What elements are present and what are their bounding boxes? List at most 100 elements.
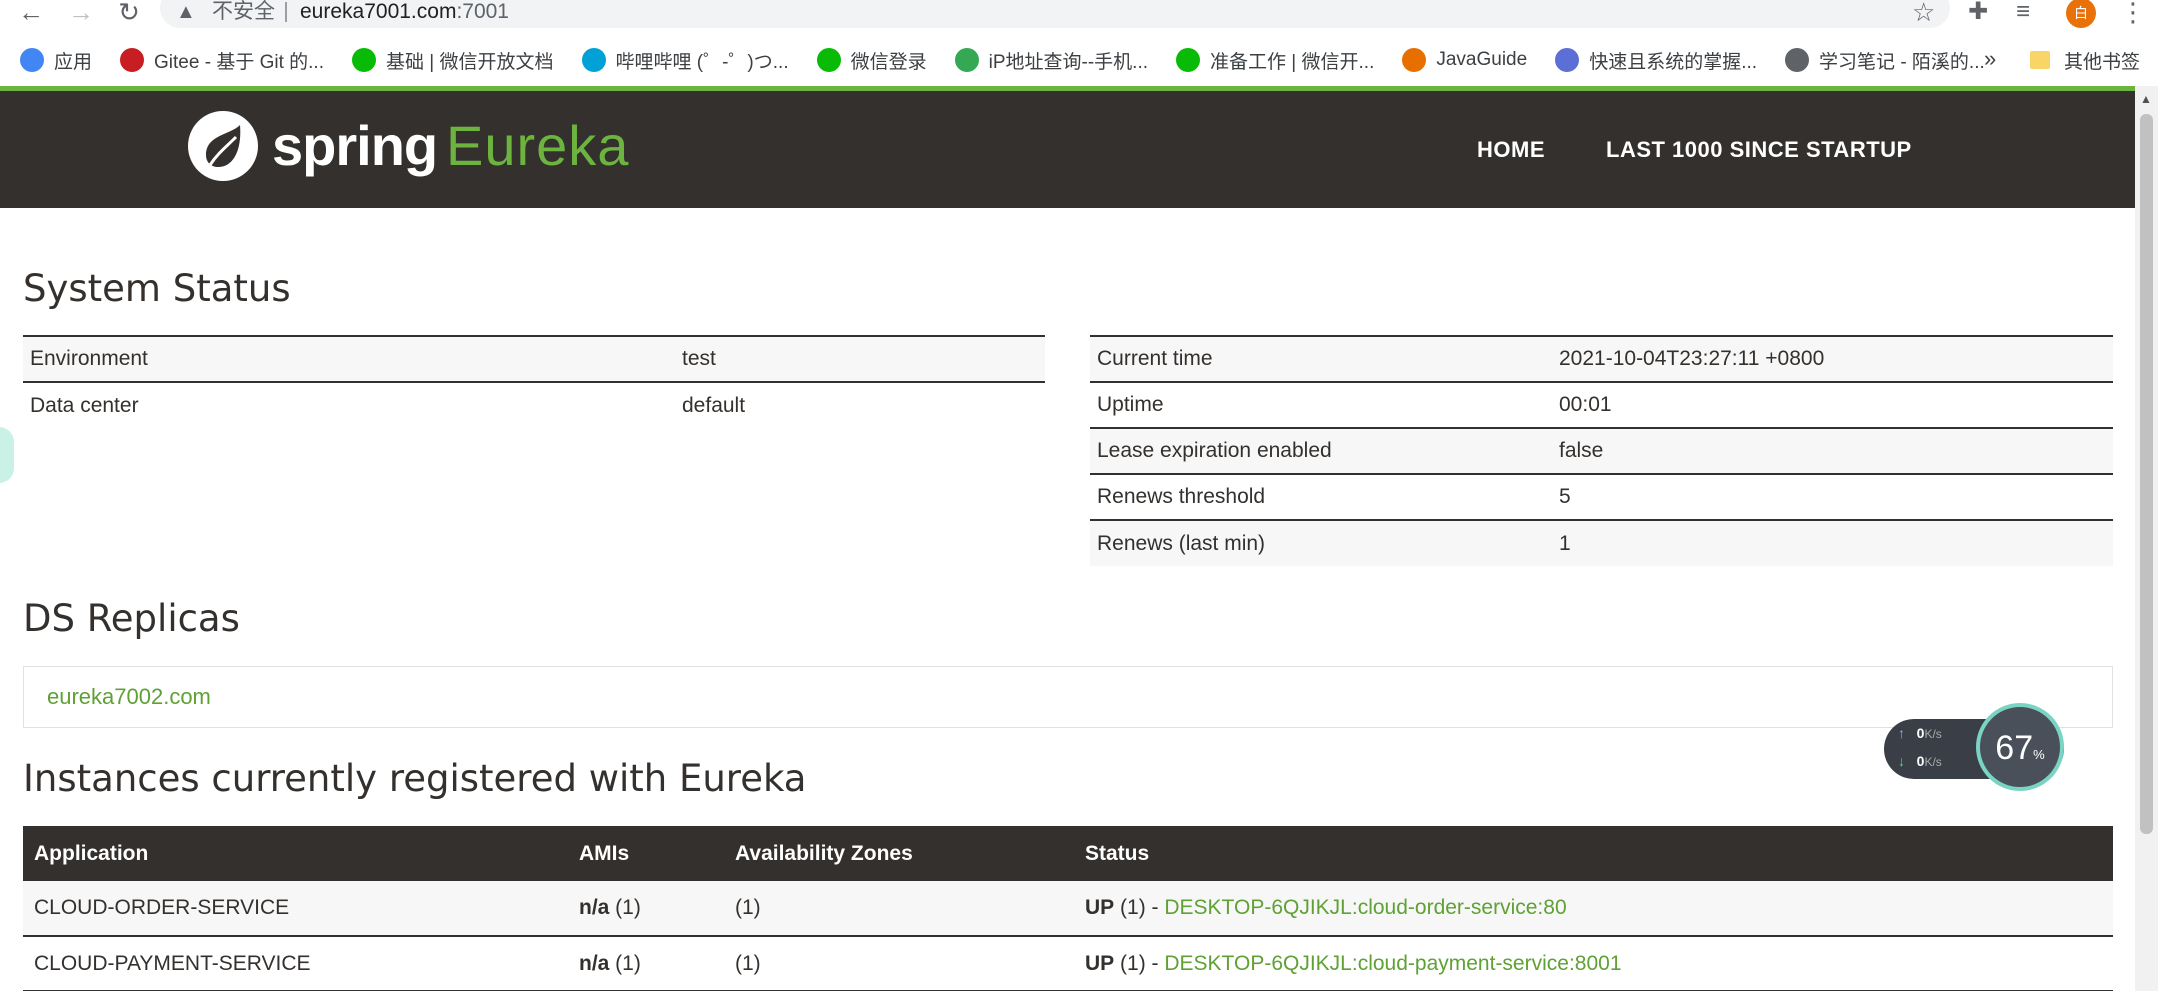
url-port: :7001 bbox=[456, 0, 509, 23]
instances-table: Application AMIs Availability Zones Status … bbox=[23, 826, 2113, 991]
status-value: 00:01 bbox=[1552, 381, 2113, 428]
status-row: Environment test bbox=[23, 335, 1045, 382]
other-bookmarks-folder[interactable]: 其他书签 bbox=[2030, 40, 2140, 80]
status-table-left: Environment test Data center default bbox=[23, 335, 1045, 428]
warning-triangle-icon[interactable]: ▲ bbox=[176, 0, 196, 24]
amis-count: (1) bbox=[609, 951, 641, 975]
spring-leaf-icon bbox=[206, 125, 241, 167]
bookmark-item[interactable]: 应用 bbox=[20, 47, 92, 74]
extensions-puzzle-icon[interactable]: ✚ bbox=[1968, 0, 1988, 24]
status-count: (1) - bbox=[1114, 951, 1165, 975]
download-unit: K/s bbox=[1924, 755, 1942, 769]
status-row: Renews (last min) 1 bbox=[1090, 519, 2113, 566]
memory-percent: 67% bbox=[1980, 729, 2060, 768]
nav-last1000-link[interactable]: LAST 1000 SINCE STARTUP bbox=[1606, 137, 1912, 163]
bookmark-item[interactable]: iP地址查询--手机... bbox=[954, 47, 1149, 74]
side-floating-button[interactable] bbox=[0, 427, 14, 483]
eureka-dashboard: spring Eureka HOME LAST 1000 SINCE START… bbox=[0, 91, 2135, 991]
instance-link[interactable]: DESKTOP-6QJIKJL:cloud-order-service:80 bbox=[1164, 896, 1566, 919]
logo-spring-text[interactable]: spring bbox=[272, 113, 438, 178]
application-cell: CLOUD-ORDER-SERVICE bbox=[23, 881, 568, 937]
amis-count: (1) bbox=[609, 896, 641, 919]
table-row: CLOUD-ORDER-SERVICE n/a (1) (1) UP (1) - DE… bbox=[23, 881, 2113, 937]
status-value: false bbox=[1552, 427, 2113, 474]
column-header: AMIs bbox=[568, 826, 724, 881]
column-header: Availability Zones bbox=[724, 826, 1074, 881]
media-queue-icon[interactable]: ≡ bbox=[2016, 0, 2030, 24]
bookmark-item[interactable]: 基础 | 微信开放文档 bbox=[352, 47, 554, 74]
download-arrow-icon: ↓ bbox=[1898, 753, 1905, 769]
bilibili-icon bbox=[581, 48, 606, 72]
apps-grid-icon bbox=[20, 48, 44, 72]
logo-eureka-text[interactable]: Eureka bbox=[446, 113, 629, 178]
top-navbar: spring Eureka HOME LAST 1000 SINCE START… bbox=[0, 91, 2135, 208]
wechat-icon bbox=[816, 48, 841, 72]
status-cell: UP (1) - DESKTOP-6QJIKJL:cloud-payment-s… bbox=[1074, 936, 2113, 991]
forward-arrow-icon[interactable]: → bbox=[66, 0, 96, 26]
more-menu-icon[interactable]: ⋮ bbox=[2120, 0, 2146, 25]
bookmark-label: 准备工作 | 微信开... bbox=[1210, 51, 1375, 73]
bookmark-item[interactable]: 快速且系统的掌握... bbox=[1555, 47, 1757, 74]
bookmark-item[interactable]: 哔哩哔哩 (゜-゜)つ... bbox=[581, 47, 789, 74]
bookmarks-overflow-button[interactable]: » bbox=[1984, 46, 1996, 72]
insecure-label[interactable]: 不安全 bbox=[212, 0, 275, 24]
status-row: Renews threshold 5 bbox=[1090, 473, 2113, 520]
table-row: CLOUD-PAYMENT-SERVICE n/a (1) (1) UP (1) - … bbox=[23, 936, 2113, 991]
bookmark-item[interactable]: 学习笔记 - 陌溪的... bbox=[1785, 47, 1985, 74]
status-row: Uptime 00:01 bbox=[1090, 381, 2113, 428]
status-row: Data center default bbox=[23, 381, 1045, 428]
status-key: Environment bbox=[23, 335, 675, 382]
status-key: Uptime bbox=[1090, 381, 1552, 428]
memory-gauge[interactable]: 67% bbox=[1976, 703, 2064, 791]
bookmark-item[interactable]: Gitee - 基于 Git 的... bbox=[120, 47, 324, 74]
instances-heading: Instances currently registered with Eure… bbox=[23, 757, 807, 800]
ds-replicas-heading: DS Replicas bbox=[23, 597, 240, 640]
globe-icon bbox=[1785, 48, 1810, 72]
bookmark-label: 快速且系统的掌握... bbox=[1589, 51, 1758, 73]
status-value: default bbox=[675, 381, 1045, 428]
replica-link[interactable]: eureka7002.com bbox=[47, 684, 211, 710]
amis-cell: n/a (1) bbox=[568, 936, 724, 991]
bookmark-label: 学习笔记 - 陌溪的... bbox=[1819, 51, 1985, 73]
bookmark-label: iP地址查询--手机... bbox=[988, 51, 1149, 73]
instances-header-row: Application AMIs Availability Zones Status bbox=[23, 826, 2113, 881]
bookmark-label: 微信登录 bbox=[850, 51, 927, 73]
status-key: Lease expiration enabled bbox=[1090, 427, 1552, 474]
status-count: (1) - bbox=[1114, 896, 1165, 919]
amis-value: n/a bbox=[579, 896, 610, 919]
site-icon bbox=[1555, 48, 1580, 72]
scroll-thumb[interactable] bbox=[2140, 114, 2153, 834]
amis-value: n/a bbox=[579, 951, 610, 975]
scroll-up-icon[interactable]: ▲ bbox=[2140, 92, 2152, 106]
status-state: UP bbox=[1085, 896, 1115, 919]
page-scrollbar[interactable]: ▲ bbox=[2135, 86, 2158, 991]
nav-home-link[interactable]: HOME bbox=[1477, 137, 1545, 163]
status-key: Renews threshold bbox=[1090, 473, 1552, 520]
back-arrow-icon[interactable]: ← bbox=[16, 0, 46, 26]
status-cell: UP (1) - DESKTOP-6QJIKJL:cloud-order-ser… bbox=[1074, 881, 2113, 937]
column-header: Application bbox=[23, 826, 568, 881]
status-value: 2021-10-04T23:27:11 +0800 bbox=[1552, 335, 2113, 382]
reload-icon[interactable]: ↻ bbox=[114, 0, 144, 26]
bookmark-label: 基础 | 微信开放文档 bbox=[386, 51, 554, 73]
bookmark-label: 应用 bbox=[54, 51, 93, 73]
ds-replicas-list: eureka7002.com bbox=[23, 666, 2113, 728]
bookmark-label: JavaGuide bbox=[1436, 49, 1528, 70]
zones-cell: (1) bbox=[724, 881, 1074, 937]
url-host: eureka7001.com bbox=[300, 0, 457, 23]
status-key: Data center bbox=[23, 381, 675, 428]
bookmark-label: Gitee - 基于 Git 的... bbox=[154, 51, 324, 73]
status-table-right: Current time 2021-10-04T23:27:11 +0800 Upt… bbox=[1090, 335, 2113, 566]
bookmark-item[interactable]: 微信登录 bbox=[816, 47, 927, 74]
status-key: Current time bbox=[1090, 335, 1552, 382]
bookmark-item[interactable]: JavaGuide bbox=[1402, 48, 1527, 72]
bookmark-item[interactable]: 准备工作 | 微信开... bbox=[1176, 47, 1374, 74]
browser-toolbar: ← → ↻ ▲ 不安全 eureka7001.com:7001 ☆ ✚ ≡ 白 … bbox=[0, 0, 2158, 30]
url-text[interactable]: eureka7001.com:7001 bbox=[300, 0, 509, 24]
bookmark-star-icon[interactable]: ☆ bbox=[1912, 0, 1935, 25]
system-status-heading: System Status bbox=[23, 267, 291, 310]
instance-link[interactable]: DESKTOP-6QJIKJL:cloud-payment-service:80… bbox=[1164, 952, 1621, 975]
profile-avatar[interactable]: 白 bbox=[2066, 0, 2096, 28]
amis-cell: n/a (1) bbox=[568, 881, 724, 937]
folder-icon bbox=[2030, 51, 2050, 69]
